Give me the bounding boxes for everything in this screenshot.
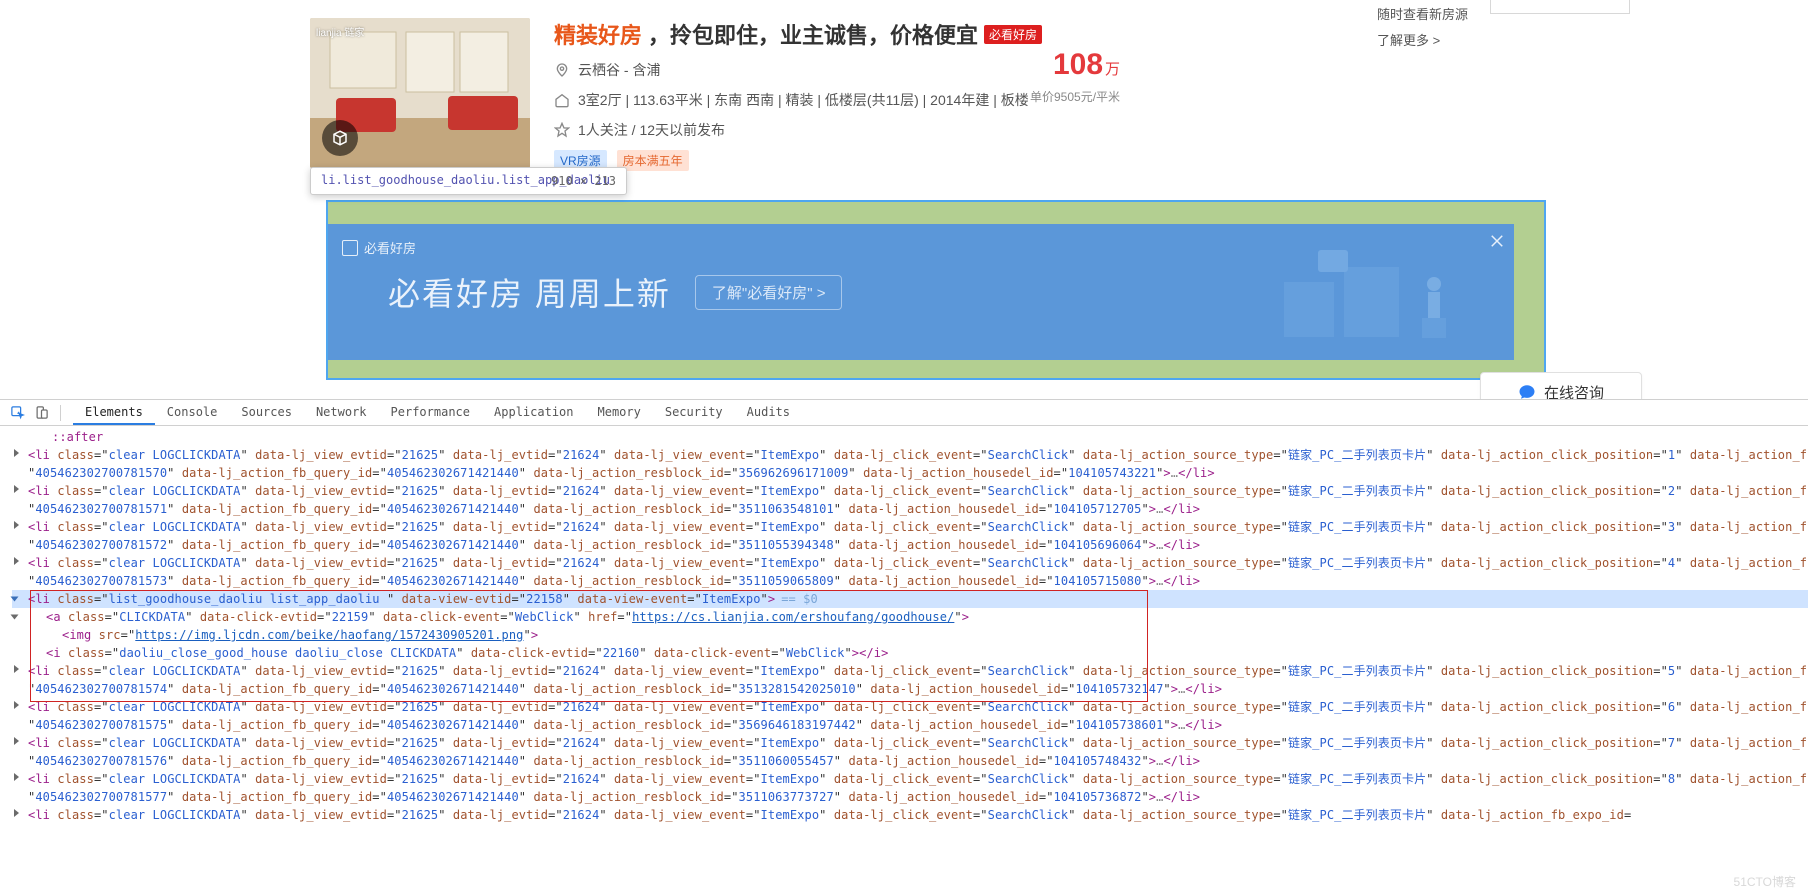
tab-sources[interactable]: Sources: [229, 400, 304, 425]
tab-memory[interactable]: Memory: [586, 400, 653, 425]
tab-network[interactable]: Network: [304, 400, 379, 425]
dom-li-row-cont[interactable]: "405462302700781572" data-lj_action_fb_q…: [12, 536, 1808, 554]
page-watermark: 51CTO博客: [1734, 873, 1796, 890]
dom-li-row-cont[interactable]: "405462302700781573" data-lj_action_fb_q…: [12, 572, 1808, 590]
listing-followers-row: 1人关注 / 12天以前发布: [554, 120, 1114, 140]
sidebar-line-2[interactable]: 了解更多 >: [1377, 28, 1468, 54]
goodhouse-banner[interactable]: 必看好房 必看好房 周周上新 了解"必看好房" >: [328, 224, 1514, 360]
listing-location: 云栖谷 - 含浦: [578, 60, 660, 80]
dom-selected-li[interactable]: <li class="list_goodhouse_daoliu list_ap…: [12, 590, 1808, 608]
online-chat-button[interactable]: 在线咨询: [1480, 372, 1642, 400]
listing-title-highlight: 精装好房: [554, 18, 642, 50]
devtools-element-tooltip: li.list_goodhouse_daoliu.list_app_daoliu…: [310, 167, 627, 195]
dom-li-row[interactable]: <li class="clear LOGCLICKDATA" data-lj_v…: [12, 518, 1808, 536]
house-icon: [554, 92, 570, 108]
dom-li-row-cont[interactable]: "405462302700781576" data-lj_action_fb_q…: [12, 752, 1808, 770]
page-top-region: lianjia 链家 精装好房，拎包即住，业主诚售，价格便宜 必看好房 云栖谷 …: [0, 0, 1808, 400]
chat-label: 在线咨询: [1544, 382, 1604, 401]
device-toggle-icon[interactable]: [30, 402, 52, 424]
dom-li-row[interactable]: <li class="clear LOGCLICKDATA" data-lj_v…: [12, 770, 1808, 788]
sidebar-line-1[interactable]: 随时查看新房源: [1377, 2, 1468, 28]
thumbnail-watermark: lianjia 链家: [316, 24, 364, 39]
tooltip-dimensions: 910 × 213: [551, 174, 616, 188]
devtools-dom-tree[interactable]: ::after<li class="clear LOGCLICKDATA" da…: [0, 426, 1808, 894]
right-sidebar-links: 随时查看新房源 了解更多 >: [1377, 2, 1468, 54]
banner-illustration: [1274, 242, 1474, 342]
tab-security[interactable]: Security: [653, 400, 735, 425]
dom-li-row[interactable]: <li class="clear LOGCLICKDATA" data-lj_v…: [12, 446, 1808, 464]
dom-li-row-cont[interactable]: "405462302700781577" data-lj_action_fb_q…: [12, 788, 1808, 806]
dom-selected-a[interactable]: <a class="CLICKDATA" data-click-evtid="2…: [12, 608, 1808, 626]
dom-li-row-cont[interactable]: "405462302700781570" data-lj_action_fb_q…: [12, 464, 1808, 482]
dom-selected-img[interactable]: <img src="https://img.ljcdn.com/beike/ha…: [12, 626, 1808, 644]
dom-li-row-cont[interactable]: "405462302700781575" data-lj_action_fb_q…: [12, 716, 1808, 734]
banner-logo-icon: [342, 240, 358, 256]
devtools-panel: Elements Console Sources Network Perform…: [0, 400, 1808, 894]
dom-pseudo-after[interactable]: ::after: [12, 428, 1808, 446]
tab-audits[interactable]: Audits: [735, 400, 802, 425]
listing-title[interactable]: 精装好房，拎包即住，业主诚售，价格便宜 必看好房: [554, 18, 1114, 50]
chat-icon: [1518, 383, 1536, 400]
dom-li-row[interactable]: <li class="clear LOGCLICKDATA" data-lj_v…: [12, 482, 1808, 500]
listing-spec: 3室2厅 | 113.63平米 | 东南 西南 | 精装 | 低楼层(共11层)…: [578, 90, 1029, 110]
tab-performance[interactable]: Performance: [379, 400, 482, 425]
banner-cta-button[interactable]: 了解"必看好房" >: [695, 275, 843, 310]
tab-application[interactable]: Application: [482, 400, 585, 425]
banner-brand-text: 必看好房: [364, 238, 416, 257]
banner-cta-label: 了解"必看好房" >: [712, 282, 826, 303]
banner-brand: 必看好房: [342, 238, 416, 257]
inspect-element-icon[interactable]: [6, 402, 28, 424]
price-number: 108: [1053, 48, 1103, 81]
listing-tags: VR房源 房本满五年: [554, 150, 1114, 171]
dom-li-truncated[interactable]: <li class="clear LOGCLICKDATA" data-lj_v…: [12, 806, 1808, 824]
dom-li-row[interactable]: <li class="clear LOGCLICKDATA" data-lj_v…: [12, 734, 1808, 752]
dom-li-row-cont[interactable]: "405462302700781571" data-lj_action_fb_q…: [12, 500, 1808, 518]
floating-empty-box: [1490, 0, 1630, 14]
devtools-toolbar: Elements Console Sources Network Perform…: [0, 400, 1808, 426]
inspected-element-highlight: 必看好房 必看好房 周周上新 了解"必看好房" >: [326, 200, 1546, 380]
listing-followers: 1人关注 / 12天以前发布: [578, 120, 725, 140]
listing-price: 108万 单价9505元/平米: [1030, 48, 1120, 105]
tooltip-selector: li.list_goodhouse_daoliu.list_app_daoliu: [321, 173, 541, 189]
banner-title: 必看好房 周周上新: [388, 269, 671, 315]
star-icon: [554, 122, 570, 138]
tag-five-year[interactable]: 房本满五年: [617, 150, 689, 171]
location-icon: [554, 62, 570, 78]
dom-selected-i[interactable]: <i class="daoliu_close_good_house daoliu…: [12, 644, 1808, 662]
tab-console[interactable]: Console: [155, 400, 230, 425]
price-per-sqm: 单价9505元/平米: [1030, 88, 1120, 105]
must-see-badge: 必看好房: [984, 25, 1042, 44]
vr-badge-icon[interactable]: [322, 120, 358, 156]
listing-title-rest: ，拎包即住，业主诚售，价格便宜: [648, 18, 978, 50]
listing-card[interactable]: lianjia 链家 精装好房，拎包即住，业主诚售，价格便宜 必看好房 云栖谷 …: [310, 18, 1114, 171]
tab-elements[interactable]: Elements: [73, 400, 155, 425]
price-unit: 万: [1105, 61, 1120, 78]
dom-li-row-cont[interactable]: "405462302700781574" data-lj_action_fb_q…: [12, 680, 1808, 698]
dom-li-row[interactable]: <li class="clear LOGCLICKDATA" data-lj_v…: [12, 698, 1808, 716]
dom-li-row[interactable]: <li class="clear LOGCLICKDATA" data-lj_v…: [12, 662, 1808, 680]
listing-thumbnail[interactable]: lianjia 链家: [310, 18, 530, 168]
devtools-tabs: Elements Console Sources Network Perform…: [73, 400, 802, 425]
dom-li-row[interactable]: <li class="clear LOGCLICKDATA" data-lj_v…: [12, 554, 1808, 572]
banner-close-icon[interactable]: [1488, 232, 1506, 250]
